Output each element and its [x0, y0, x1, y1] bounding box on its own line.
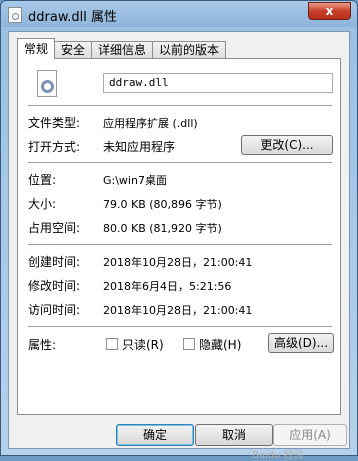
watermark: Baidu 经验 — [252, 450, 304, 461]
size-on-disk-label: 占用空间: — [28, 221, 81, 235]
hidden-checkbox[interactable] — [183, 338, 195, 350]
divider — [28, 244, 332, 245]
size-value: 79.0 KB (80,896 字节) — [103, 198, 222, 211]
dll-file-icon — [8, 7, 22, 23]
general-panel: ddraw.dll 文件类型: 应用程序扩展 (.dll) 打开方式: 未知应用… — [17, 58, 341, 415]
file-type-label: 文件类型: — [28, 116, 81, 130]
ok-button[interactable]: 确定 — [116, 424, 194, 446]
file-name-input[interactable]: ddraw.dll — [103, 73, 333, 93]
tab-details[interactable]: 详细信息 — [91, 41, 154, 59]
dll-file-icon — [35, 70, 59, 100]
modified-label: 修改时间: — [28, 279, 81, 293]
divider — [28, 326, 332, 327]
apply-button[interactable]: 应用(A) — [273, 424, 347, 446]
opens-with-value: 未知应用程序 — [103, 140, 176, 154]
tab-general[interactable]: 常规 — [17, 38, 56, 59]
created-value: 2018年10月28日，21:00:41 — [103, 256, 253, 269]
opens-with-label: 打开方式: — [28, 140, 81, 154]
size-label: 大小: — [28, 197, 57, 211]
divider — [28, 162, 332, 163]
advanced-button[interactable]: 高级(D)... — [268, 333, 334, 353]
tab-security[interactable]: 安全 — [54, 41, 93, 59]
location-label: 位置: — [28, 173, 57, 187]
tab-previous-versions[interactable]: 以前的版本 — [152, 41, 227, 59]
size-on-disk-value: 80.0 KB (81,920 字节) — [103, 222, 222, 235]
file-type-value: 应用程序扩展 (.dll) — [103, 117, 198, 130]
title-bar[interactable]: ddraw.dll 属性 x — [1, 1, 357, 29]
location-value: G:\win7桌面 — [103, 174, 167, 187]
attributes-label: 属性: — [28, 338, 57, 352]
window-title: ddraw.dll 属性 — [28, 10, 117, 25]
modified-value: 2018年6月4日，5:21:56 — [103, 280, 232, 293]
readonly-checkbox[interactable] — [106, 338, 118, 350]
tab-strip: 常规 安全 详细信息 以前的版本 — [17, 38, 227, 59]
properties-window: ddraw.dll 属性 x 常规 安全 详细信息 以前的版本 ddraw.dl… — [0, 0, 358, 461]
cancel-button[interactable]: 取消 — [195, 424, 273, 446]
gear-icon — [41, 80, 54, 93]
hidden-label[interactable]: 隐藏(H) — [199, 336, 241, 353]
divider — [28, 105, 332, 106]
change-button[interactable]: 更改(C)... — [241, 135, 333, 155]
accessed-value: 2018年10月28日，21:00:41 — [103, 304, 253, 317]
dialog-client: 常规 安全 详细信息 以前的版本 ddraw.dll 文件类型: 应用程序扩展 … — [8, 31, 350, 461]
readonly-label[interactable]: 只读(R) — [122, 336, 164, 353]
close-button[interactable]: x — [308, 2, 351, 20]
created-label: 创建时间: — [28, 255, 81, 269]
accessed-label: 访问时间: — [28, 303, 81, 317]
